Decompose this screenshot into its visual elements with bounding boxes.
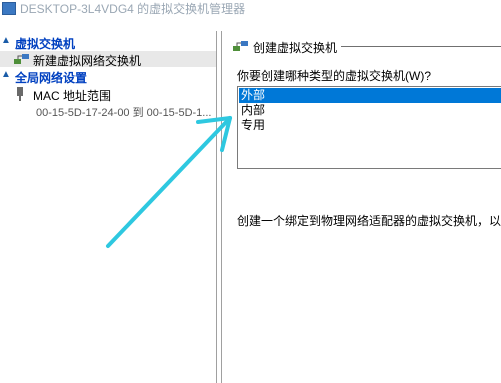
switch-type-question: 你要创建哪种类型的虚拟交换机(W)? xyxy=(237,69,431,83)
mac-range-value: 00-15-5D-17-24-00 到 00-15-5D-1... xyxy=(36,107,212,119)
window-title: DESKTOP-3L4VDG4 的虚拟交换机管理器 xyxy=(20,2,246,16)
section-virtual-switches[interactable]: ▲ 虚拟交换机 xyxy=(0,35,216,51)
switch-type-description: 创建一个绑定到物理网络适配器的虚拟交换机，以便虚拟机可以访问物理网络。 xyxy=(237,214,501,228)
switch-type-option-external[interactable]: 外部 xyxy=(239,88,501,103)
collapse-icon[interactable]: ▲ xyxy=(0,35,12,46)
network-switch-icon xyxy=(14,54,29,64)
switch-type-option-internal[interactable]: 内部 xyxy=(239,103,501,118)
network-adapter-icon xyxy=(17,87,23,101)
switch-type-listbox[interactable]: 外部 内部 专用 xyxy=(237,86,501,169)
sidebar-item-new-switch-label: 新建虚拟网络交换机 xyxy=(33,54,142,68)
switch-type-option-private[interactable]: 专用 xyxy=(239,118,501,133)
sidebar-item-mac-range-label: MAC 地址范围 xyxy=(33,89,112,103)
section-virtual-switches-label: 虚拟交换机 xyxy=(15,37,76,51)
main-panel: 创建虚拟交换机 你要创建哪种类型的虚拟交换机(W)? 外部 内部 专用 创建一个… xyxy=(223,31,501,383)
network-switch-icon xyxy=(233,41,248,51)
group-divider xyxy=(341,46,501,47)
pane-splitter[interactable] xyxy=(221,31,222,383)
collapse-icon[interactable]: ▲ xyxy=(0,69,12,80)
window-title-bar: DESKTOP-3L4VDG4 的虚拟交换机管理器 xyxy=(0,0,501,20)
sidebar: ▲ 虚拟交换机 新建虚拟网络交换机 ▲ 全局网络设置 MAC 地址范围 00-1… xyxy=(0,31,217,383)
section-global-settings-label: 全局网络设置 xyxy=(15,71,88,85)
section-global-network-settings[interactable]: ▲ 全局网络设置 xyxy=(0,69,216,85)
app-icon xyxy=(2,2,16,15)
sidebar-item-mac-range[interactable]: MAC 地址范围 xyxy=(0,87,216,103)
sidebar-item-new-switch[interactable]: 新建虚拟网络交换机 xyxy=(0,51,216,68)
group-title: 创建虚拟交换机 xyxy=(253,41,338,55)
